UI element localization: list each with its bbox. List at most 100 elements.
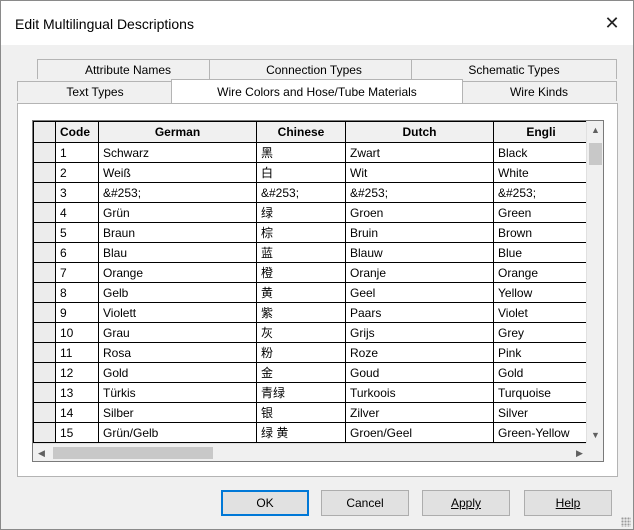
cell-german[interactable]: Grün/Gelb <box>98 422 257 443</box>
cell-code[interactable]: 9 <box>55 302 99 323</box>
cell-english[interactable]: Green <box>493 202 589 223</box>
cell-german[interactable]: Gelb <box>98 282 257 303</box>
table-row[interactable]: 8 Gelb 黄 Geel Yellow <box>33 282 589 303</box>
table-row[interactable]: 13 Türkis 青绿 Turkoois Turquoise <box>33 382 589 403</box>
cell-code[interactable]: 13 <box>55 382 99 403</box>
cell-german[interactable]: Rosa <box>98 342 257 363</box>
cell-chinese[interactable]: 青绿 <box>256 382 346 403</box>
table-row[interactable]: 3 &#253; &#253; &#253; &#253; <box>33 182 589 203</box>
cell-english[interactable]: Turquoise <box>493 382 589 403</box>
column-header-dutch[interactable]: Dutch <box>345 121 494 143</box>
cell-chinese[interactable]: 金 <box>256 362 346 383</box>
tab-text-types[interactable]: Text Types <box>17 81 173 101</box>
cell-code[interactable]: 15 <box>55 422 99 443</box>
row-selector[interactable] <box>33 362 56 383</box>
apply-button[interactable]: Apply <box>422 490 510 516</box>
row-selector[interactable] <box>33 142 56 163</box>
table-row[interactable]: 4 Grün 绿 Groen Green <box>33 202 589 223</box>
cell-chinese[interactable]: 黑 <box>256 142 346 163</box>
table-row[interactable]: 12 Gold 金 Goud Gold <box>33 362 589 383</box>
table-row[interactable]: 15 Grün/Gelb 绿 黄 Groen/Geel Green-Yellow <box>33 422 589 443</box>
table-row[interactable]: 10 Grau 灰 Grijs Grey <box>33 322 589 343</box>
cell-english[interactable]: Orange <box>493 262 589 283</box>
cell-english[interactable]: White <box>493 162 589 183</box>
cell-code[interactable]: 2 <box>55 162 99 183</box>
cell-english[interactable]: Gold <box>493 362 589 383</box>
cell-english[interactable]: Yellow <box>493 282 589 303</box>
cell-chinese[interactable]: 绿 <box>256 202 346 223</box>
cell-dutch[interactable]: Paars <box>345 302 494 323</box>
cell-german[interactable]: Weiß <box>98 162 257 183</box>
cell-code[interactable]: 7 <box>55 262 99 283</box>
row-selector[interactable] <box>33 382 56 403</box>
cell-english[interactable]: Grey <box>493 322 589 343</box>
table-row[interactable]: 1 Schwarz 黑 Zwart Black <box>33 142 589 163</box>
tab-attribute-names[interactable]: Attribute Names <box>37 59 219 79</box>
table-row[interactable]: 6 Blau 蓝 Blauw Blue <box>33 242 589 263</box>
cell-code[interactable]: 4 <box>55 202 99 223</box>
cell-code[interactable]: 6 <box>55 242 99 263</box>
scroll-left-icon[interactable]: ◀ <box>33 444 50 461</box>
cell-code[interactable]: 10 <box>55 322 99 343</box>
cell-chinese[interactable]: 绿 黄 <box>256 422 346 443</box>
cell-german[interactable]: Violett <box>98 302 257 323</box>
column-header-code[interactable]: Code <box>55 121 99 143</box>
cell-chinese[interactable]: 粉 <box>256 342 346 363</box>
cell-dutch[interactable]: Goud <box>345 362 494 383</box>
horizontal-scroll-thumb[interactable] <box>53 447 213 459</box>
column-header-english[interactable]: Engli <box>493 121 589 143</box>
cell-english[interactable]: Black <box>493 142 589 163</box>
tab-wire-colors[interactable]: Wire Colors and Hose/Tube Materials <box>171 79 463 103</box>
ok-button[interactable]: OK <box>221 490 309 516</box>
row-selector[interactable] <box>33 262 56 283</box>
cell-dutch[interactable]: Wit <box>345 162 494 183</box>
cell-german[interactable]: Silber <box>98 402 257 423</box>
row-selector[interactable] <box>33 282 56 303</box>
scroll-up-icon[interactable]: ▲ <box>587 121 603 139</box>
cell-dutch[interactable]: Zwart <box>345 142 494 163</box>
cell-german[interactable]: Türkis <box>98 382 257 403</box>
cell-english[interactable]: &#253; <box>493 182 589 203</box>
table-row[interactable]: 14 Silber 银 Zilver Silver <box>33 402 589 423</box>
resize-grip-icon[interactable] <box>621 517 631 527</box>
table-row[interactable]: 11 Rosa 粉 Roze Pink <box>33 342 589 363</box>
tab-wire-kinds[interactable]: Wire Kinds <box>461 81 617 101</box>
cell-dutch[interactable]: Blauw <box>345 242 494 263</box>
cell-german[interactable]: Schwarz <box>98 142 257 163</box>
table-row[interactable]: 9 Violett 紫 Paars Violet <box>33 302 589 323</box>
cell-dutch[interactable]: Oranje <box>345 262 494 283</box>
row-selector[interactable] <box>33 322 56 343</box>
cell-code[interactable]: 12 <box>55 362 99 383</box>
corner-cell[interactable] <box>33 121 56 143</box>
tab-schematic-types[interactable]: Schematic Types <box>411 59 617 79</box>
cell-chinese[interactable]: 蓝 <box>256 242 346 263</box>
cell-dutch[interactable]: Roze <box>345 342 494 363</box>
cell-code[interactable]: 1 <box>55 142 99 163</box>
vertical-scroll-thumb[interactable] <box>589 143 602 165</box>
cell-english[interactable]: Green-Yellow <box>493 422 589 443</box>
cell-dutch[interactable]: Groen <box>345 202 494 223</box>
cell-english[interactable]: Brown <box>493 222 589 243</box>
cell-dutch[interactable]: &#253; <box>345 182 494 203</box>
scroll-down-icon[interactable]: ▼ <box>587 426 603 444</box>
row-selector[interactable] <box>33 422 56 443</box>
table-row[interactable]: 2 Weiß 白 Wit White <box>33 162 589 183</box>
cell-german[interactable]: Braun <box>98 222 257 243</box>
descriptions-grid[interactable]: Code German Chinese Dutch Engli 1 Schwarz… <box>32 120 604 462</box>
cell-chinese[interactable]: 紫 <box>256 302 346 323</box>
cell-chinese[interactable]: 灰 <box>256 322 346 343</box>
row-selector[interactable] <box>33 162 56 183</box>
column-header-chinese[interactable]: Chinese <box>256 121 346 143</box>
cell-chinese[interactable]: 橙 <box>256 262 346 283</box>
cell-code[interactable]: 3 <box>55 182 99 203</box>
row-selector[interactable] <box>33 222 56 243</box>
cell-english[interactable]: Blue <box>493 242 589 263</box>
cell-chinese[interactable]: 白 <box>256 162 346 183</box>
cell-chinese[interactable]: 棕 <box>256 222 346 243</box>
cell-english[interactable]: Violet <box>493 302 589 323</box>
cell-code[interactable]: 8 <box>55 282 99 303</box>
cell-chinese[interactable]: 银 <box>256 402 346 423</box>
cell-dutch[interactable]: Grijs <box>345 322 494 343</box>
cell-german[interactable]: &#253; <box>98 182 257 203</box>
vertical-scrollbar[interactable]: ▲ ▼ <box>586 121 603 444</box>
